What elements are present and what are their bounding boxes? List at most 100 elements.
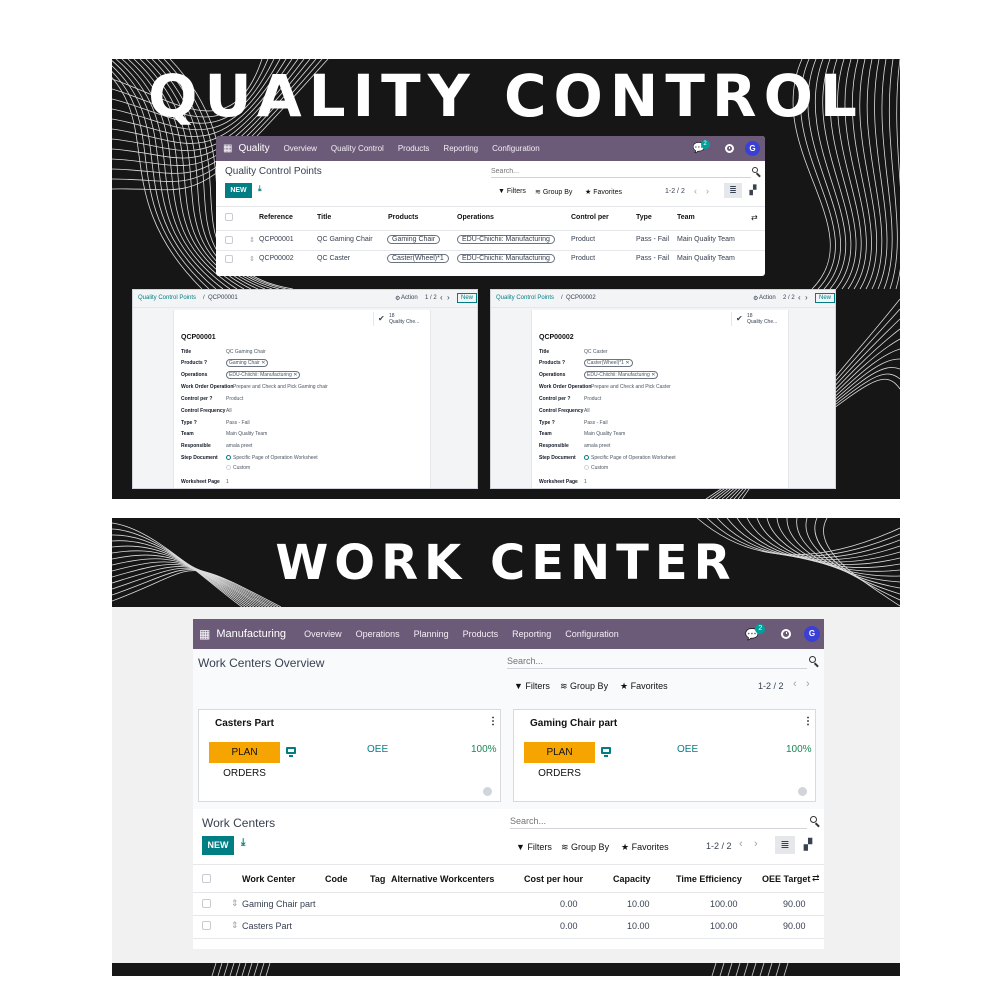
- radio-button[interactable]: [226, 465, 231, 470]
- field-value[interactable]: Prepare and Check and Pick Gaming chair: [233, 384, 328, 390]
- field-value[interactable]: QC Gaming Chair: [226, 349, 266, 355]
- col-alternative-workcenters[interactable]: Alternative Workcenters: [391, 874, 494, 884]
- avatar[interactable]: G: [745, 141, 760, 156]
- table-row[interactable]: ⇕ Gaming Chair part 0.00 10.00 100.00 90…: [193, 893, 824, 915]
- card-menu-icon[interactable]: ⋮: [488, 716, 498, 727]
- optional-columns-icon[interactable]: ⇄: [751, 213, 758, 222]
- monitor-icon[interactable]: [601, 747, 611, 757]
- col-work-center[interactable]: Work Center: [242, 874, 295, 884]
- filters-button[interactable]: ▼ Filters: [498, 188, 526, 195]
- group-by-button[interactable]: ≋ Group By: [561, 842, 609, 853]
- pager-prev-icon[interactable]: ‹: [694, 186, 697, 196]
- group-by-button[interactable]: ≋ Group By: [560, 681, 608, 692]
- chat-icon[interactable]: 💬 2: [693, 140, 710, 154]
- form-new-button[interactable]: New: [815, 293, 835, 303]
- col-cost-per-hour[interactable]: Cost per hour: [524, 874, 583, 884]
- quality-checks-smart-button[interactable]: ✔ 18 Quality Che...: [373, 312, 425, 326]
- col-control-per[interactable]: Control per: [571, 214, 609, 221]
- new-button[interactable]: NEW: [225, 183, 252, 198]
- workcenter-card[interactable]: Gaming Chair part ⋮ PLAN ORDERS OEE 100%: [513, 709, 816, 802]
- drag-handle-icon[interactable]: ⇕: [231, 920, 239, 931]
- pager-next-icon[interactable]: ›: [706, 186, 709, 196]
- kanban-view-icon[interactable]: ▞: [798, 836, 818, 854]
- field-value[interactable]: Main Quality Team: [226, 431, 267, 437]
- quality-checks-smart-button[interactable]: ✔ 18 Quality Che...: [731, 312, 783, 326]
- pager-next-icon[interactable]: ›: [806, 678, 810, 690]
- pager-prev-icon[interactable]: ‹: [739, 838, 743, 850]
- drag-handle-icon[interactable]: ⇕: [231, 898, 239, 909]
- pager-next-icon[interactable]: ›: [754, 838, 758, 850]
- plan-orders-button[interactable]: PLAN ORDERS: [524, 742, 595, 779]
- col-operations[interactable]: Operations: [457, 214, 494, 221]
- select-all-checkbox[interactable]: [225, 213, 233, 221]
- drag-handle-icon[interactable]: ⇕: [249, 236, 255, 244]
- col-type[interactable]: Type: [636, 214, 652, 221]
- search-icon[interactable]: [752, 167, 758, 173]
- field-value[interactable]: Main Quality Team: [584, 431, 625, 437]
- status-dot[interactable]: [798, 787, 807, 796]
- kanban-view-icon[interactable]: ▞: [744, 183, 762, 198]
- menu-configuration[interactable]: Configuration: [492, 144, 540, 153]
- plan-orders-button[interactable]: PLAN ORDERS: [209, 742, 280, 779]
- menu-planning[interactable]: Planning: [414, 629, 449, 639]
- clock-icon[interactable]: [781, 629, 791, 639]
- form-new-button[interactable]: New: [457, 293, 477, 303]
- search-input[interactable]: [491, 165, 751, 178]
- col-products[interactable]: Products: [388, 214, 418, 221]
- col-reference[interactable]: Reference: [259, 214, 293, 221]
- search-input[interactable]: [510, 814, 807, 829]
- menu-overview[interactable]: Overview: [284, 144, 317, 153]
- download-icon[interactable]: ⤓: [258, 184, 262, 194]
- field-value[interactable]: All: [584, 408, 590, 414]
- pager-prev-icon[interactable]: ‹: [440, 293, 443, 302]
- field-tag[interactable]: EDU-Chiichii: Manufacturing ✕: [226, 371, 301, 379]
- pager-prev-icon[interactable]: ‹: [793, 678, 797, 690]
- action-menu[interactable]: Action: [759, 295, 776, 301]
- table-row[interactable]: ⇕ QCP00002 QC Caster Caster(Wheel)*1 EDU…: [216, 251, 765, 270]
- menu-overview[interactable]: Overview: [304, 629, 342, 639]
- favorites-button[interactable]: ★ Favorites: [621, 842, 669, 853]
- radio-button[interactable]: [584, 465, 589, 470]
- table-row[interactable]: ⇕ QCP00001 QC Gaming Chair Gaming Chair …: [216, 231, 765, 250]
- col-team[interactable]: Team: [677, 214, 695, 221]
- field-value[interactable]: Pass - Fail: [226, 420, 250, 426]
- field-tag[interactable]: EDU-Chiichii: Manufacturing ✕: [584, 371, 659, 379]
- group-by-button[interactable]: ≋ Group By: [535, 188, 572, 196]
- pager-next-icon[interactable]: ›: [447, 293, 450, 302]
- field-tag[interactable]: Gaming Chair ✕: [226, 359, 269, 367]
- menu-products[interactable]: Products: [463, 629, 499, 639]
- breadcrumb-root[interactable]: Quality Control Points: [496, 295, 554, 301]
- field-value[interactable]: QC Caster: [584, 349, 608, 355]
- search-input[interactable]: [507, 654, 807, 669]
- chat-icon[interactable]: 💬 2: [745, 623, 766, 641]
- action-menu[interactable]: Action: [401, 295, 418, 301]
- row-checkbox[interactable]: [202, 921, 211, 930]
- field-value[interactable]: Pass - Fail: [584, 420, 608, 426]
- select-all-checkbox[interactable]: [202, 874, 211, 883]
- field-value[interactable]: Product: [226, 396, 243, 402]
- menu-configuration[interactable]: Configuration: [565, 629, 619, 639]
- field-value[interactable]: amala preet: [226, 443, 252, 449]
- search-icon[interactable]: [809, 656, 816, 663]
- optional-columns-icon[interactable]: ⇄: [812, 873, 820, 884]
- field-value[interactable]: amala preet: [584, 443, 610, 449]
- monitor-icon[interactable]: [286, 747, 296, 757]
- new-button[interactable]: NEW: [202, 836, 234, 855]
- col-capacity[interactable]: Capacity: [613, 874, 651, 884]
- drag-handle-icon[interactable]: ⇕: [249, 255, 255, 263]
- download-icon[interactable]: ⤓: [241, 837, 245, 848]
- col-oee-target[interactable]: OEE Target: [762, 874, 810, 884]
- menu-reporting[interactable]: Reporting: [443, 144, 478, 153]
- pager-prev-icon[interactable]: ‹: [798, 293, 801, 302]
- list-view-icon[interactable]: ≣: [775, 836, 795, 854]
- menu-reporting[interactable]: Reporting: [512, 629, 551, 639]
- app-name[interactable]: Manufacturing: [216, 628, 286, 640]
- app-grid-icon[interactable]: ▦: [199, 627, 210, 641]
- pager-next-icon[interactable]: ›: [805, 293, 808, 302]
- col-code[interactable]: Code: [325, 874, 348, 884]
- table-row[interactable]: ⇕ Casters Part 0.00 10.00 100.00 90.00: [193, 916, 824, 938]
- workcenter-card[interactable]: Casters Part ⋮ PLAN ORDERS OEE 100%: [198, 709, 501, 802]
- app-name[interactable]: Quality: [238, 143, 269, 154]
- col-time-efficiency[interactable]: Time Efficiency: [676, 874, 742, 884]
- radio-button[interactable]: [226, 455, 231, 460]
